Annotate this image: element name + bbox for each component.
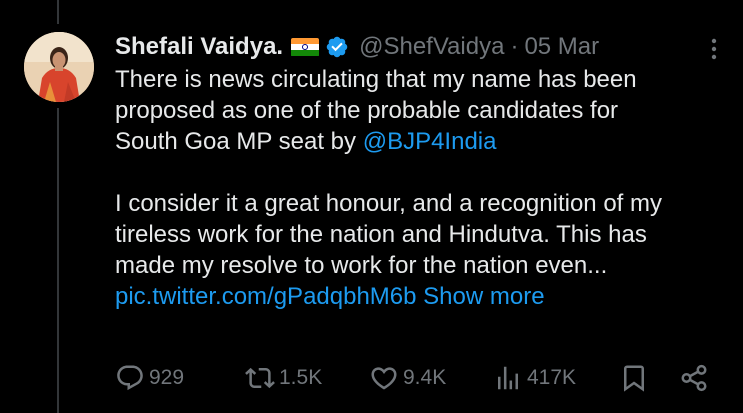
mention-link[interactable]: @BJP4India (363, 128, 497, 155)
views-icon (498, 366, 518, 390)
media-link[interactable]: pic.twitter.com/gPadqbhM6b (115, 283, 417, 310)
india-flag-icon (291, 37, 320, 57)
tweet-text: There is news circulating that my name h… (115, 64, 735, 312)
tweet-text-line: South Goa MP seat by @BJP4India (115, 126, 735, 157)
retweet-count: 1.5K (279, 366, 323, 389)
heart-icon (371, 367, 397, 390)
tweet-text-line: pic.twitter.com/gPadqbhM6b Show more (115, 281, 735, 312)
reply-button[interactable]: 929 (115, 358, 184, 398)
author-handle[interactable]: @ShefVaidya (359, 33, 504, 61)
tweet-text-line: There is news circulating that my name h… (115, 66, 637, 93)
bookmark-icon (624, 365, 644, 392)
tweet-text-line: proposed as one of the probable candidat… (115, 97, 619, 124)
tweet-header: Shefali Vaidya. @ShefVaidya · 05 Mar (115, 30, 599, 64)
action-bar: 929 1.5K 9.4K 417K (115, 358, 715, 398)
show-more-link[interactable]: Show more (423, 283, 544, 310)
more-dots-icon[interactable] (700, 34, 730, 64)
separator-dot: · (510, 33, 519, 60)
avatar-image (24, 32, 94, 102)
bookmark-button[interactable] (619, 358, 653, 398)
verified-badge-icon[interactable] (325, 35, 349, 59)
share-button[interactable] (679, 358, 713, 398)
reply-count: 929 (149, 366, 185, 389)
tweet-text-line: tireless work for the nation and Hindutv… (115, 221, 647, 248)
author-name[interactable]: Shefali Vaidya. (115, 33, 283, 61)
reply-icon (117, 365, 143, 391)
tweet-date[interactable]: 05 Mar (524, 33, 599, 61)
thread-line-top (57, 0, 59, 24)
share-icon (681, 364, 707, 392)
views-button[interactable]: 417K (493, 358, 576, 398)
tweet-text-line: I consider it a great honour, and a reco… (115, 190, 662, 217)
like-count: 9.4K (403, 366, 447, 389)
retweet-icon (245, 367, 275, 389)
like-button[interactable]: 9.4K (369, 358, 446, 398)
views-count: 417K (527, 366, 577, 389)
retweet-button[interactable]: 1.5K (245, 358, 322, 398)
avatar[interactable] (24, 32, 94, 102)
tweet-text-segment: South Goa MP seat by (115, 128, 363, 155)
tweet-text-line: made my resolve to work for the nation e… (115, 252, 608, 279)
thread-line (57, 108, 59, 413)
